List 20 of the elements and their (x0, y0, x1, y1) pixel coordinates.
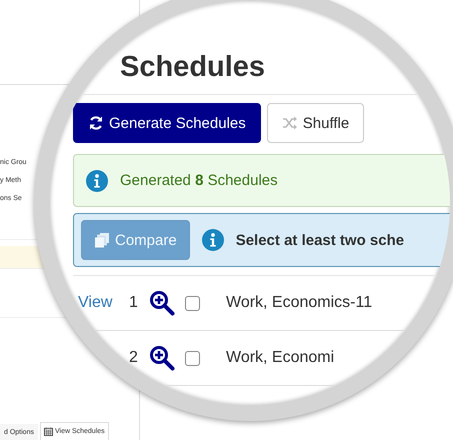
row-number: 2 (129, 349, 139, 367)
info-icon (202, 229, 224, 251)
checkbox[interactable] (185, 296, 200, 310)
info-icon (86, 170, 108, 192)
shuffle-button[interactable]: Shuffle (266, 103, 364, 143)
schedule-name: Work, Economi (226, 349, 334, 367)
alert-message: Generated 8 Schedules (120, 172, 278, 189)
page-title: Schedules (119, 51, 266, 84)
calendar-icon (44, 427, 53, 436)
checkbox[interactable] (185, 350, 200, 366)
view-link[interactable]: View (73, 294, 129, 312)
alert-message: Select at least two sche (236, 232, 404, 248)
generate-button[interactable]: Generate Schedules (73, 103, 261, 143)
zoom-in-icon[interactable] (149, 290, 175, 316)
zoom-in-icon[interactable] (149, 345, 175, 371)
copy-icon (94, 232, 110, 248)
refresh-icon (88, 115, 104, 131)
shuffle-icon (282, 115, 298, 131)
row-number: 1 (129, 294, 139, 312)
schedule-name: Work, Economics-11 (226, 294, 372, 312)
